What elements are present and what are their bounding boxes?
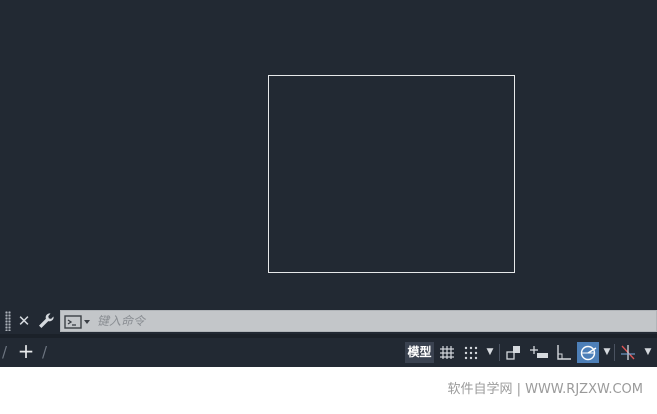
model-space-button[interactable]: 模型 xyxy=(405,342,434,363)
dynamic-input-icon[interactable] xyxy=(528,342,550,363)
chevron-down-icon[interactable]: ▼ xyxy=(601,342,613,363)
command-prompt-icon[interactable] xyxy=(64,314,92,330)
chevron-down-icon[interactable]: ▼ xyxy=(484,342,496,363)
drawing-canvas[interactable] xyxy=(0,0,657,308)
polar-tracking-icon[interactable] xyxy=(577,342,599,363)
ortho-icon[interactable] xyxy=(553,342,575,363)
watermark-text: 软件自学网 | WWW.RJZXW.COM xyxy=(447,382,643,397)
close-icon[interactable]: ✕ xyxy=(15,311,33,331)
grid-icon[interactable] xyxy=(436,342,458,363)
status-bar: / + / 模型 ▼ ▼ ▼ xyxy=(0,338,657,367)
command-input[interactable]: 键入命令 xyxy=(60,310,657,332)
snap-icon[interactable] xyxy=(460,342,482,363)
divider xyxy=(499,344,500,361)
add-tab-icon[interactable]: + xyxy=(16,341,36,361)
tab-separator: / xyxy=(42,343,48,361)
tab-separator: / xyxy=(2,343,8,361)
wrench-icon[interactable] xyxy=(36,311,56,331)
grip-handle-icon[interactable] xyxy=(5,311,11,331)
divider xyxy=(614,344,615,361)
footer-area: 软件自学网 | WWW.RJZXW.COM xyxy=(0,367,657,414)
chevron-down-icon[interactable]: ▼ xyxy=(642,342,654,363)
drawn-rectangle[interactable] xyxy=(268,75,515,273)
isometric-drafting-icon[interactable] xyxy=(617,342,639,363)
command-line-bar: ✕ 键入命令 xyxy=(0,308,657,334)
command-placeholder: 键入命令 xyxy=(97,314,146,328)
infer-constraints-icon[interactable] xyxy=(503,342,525,363)
